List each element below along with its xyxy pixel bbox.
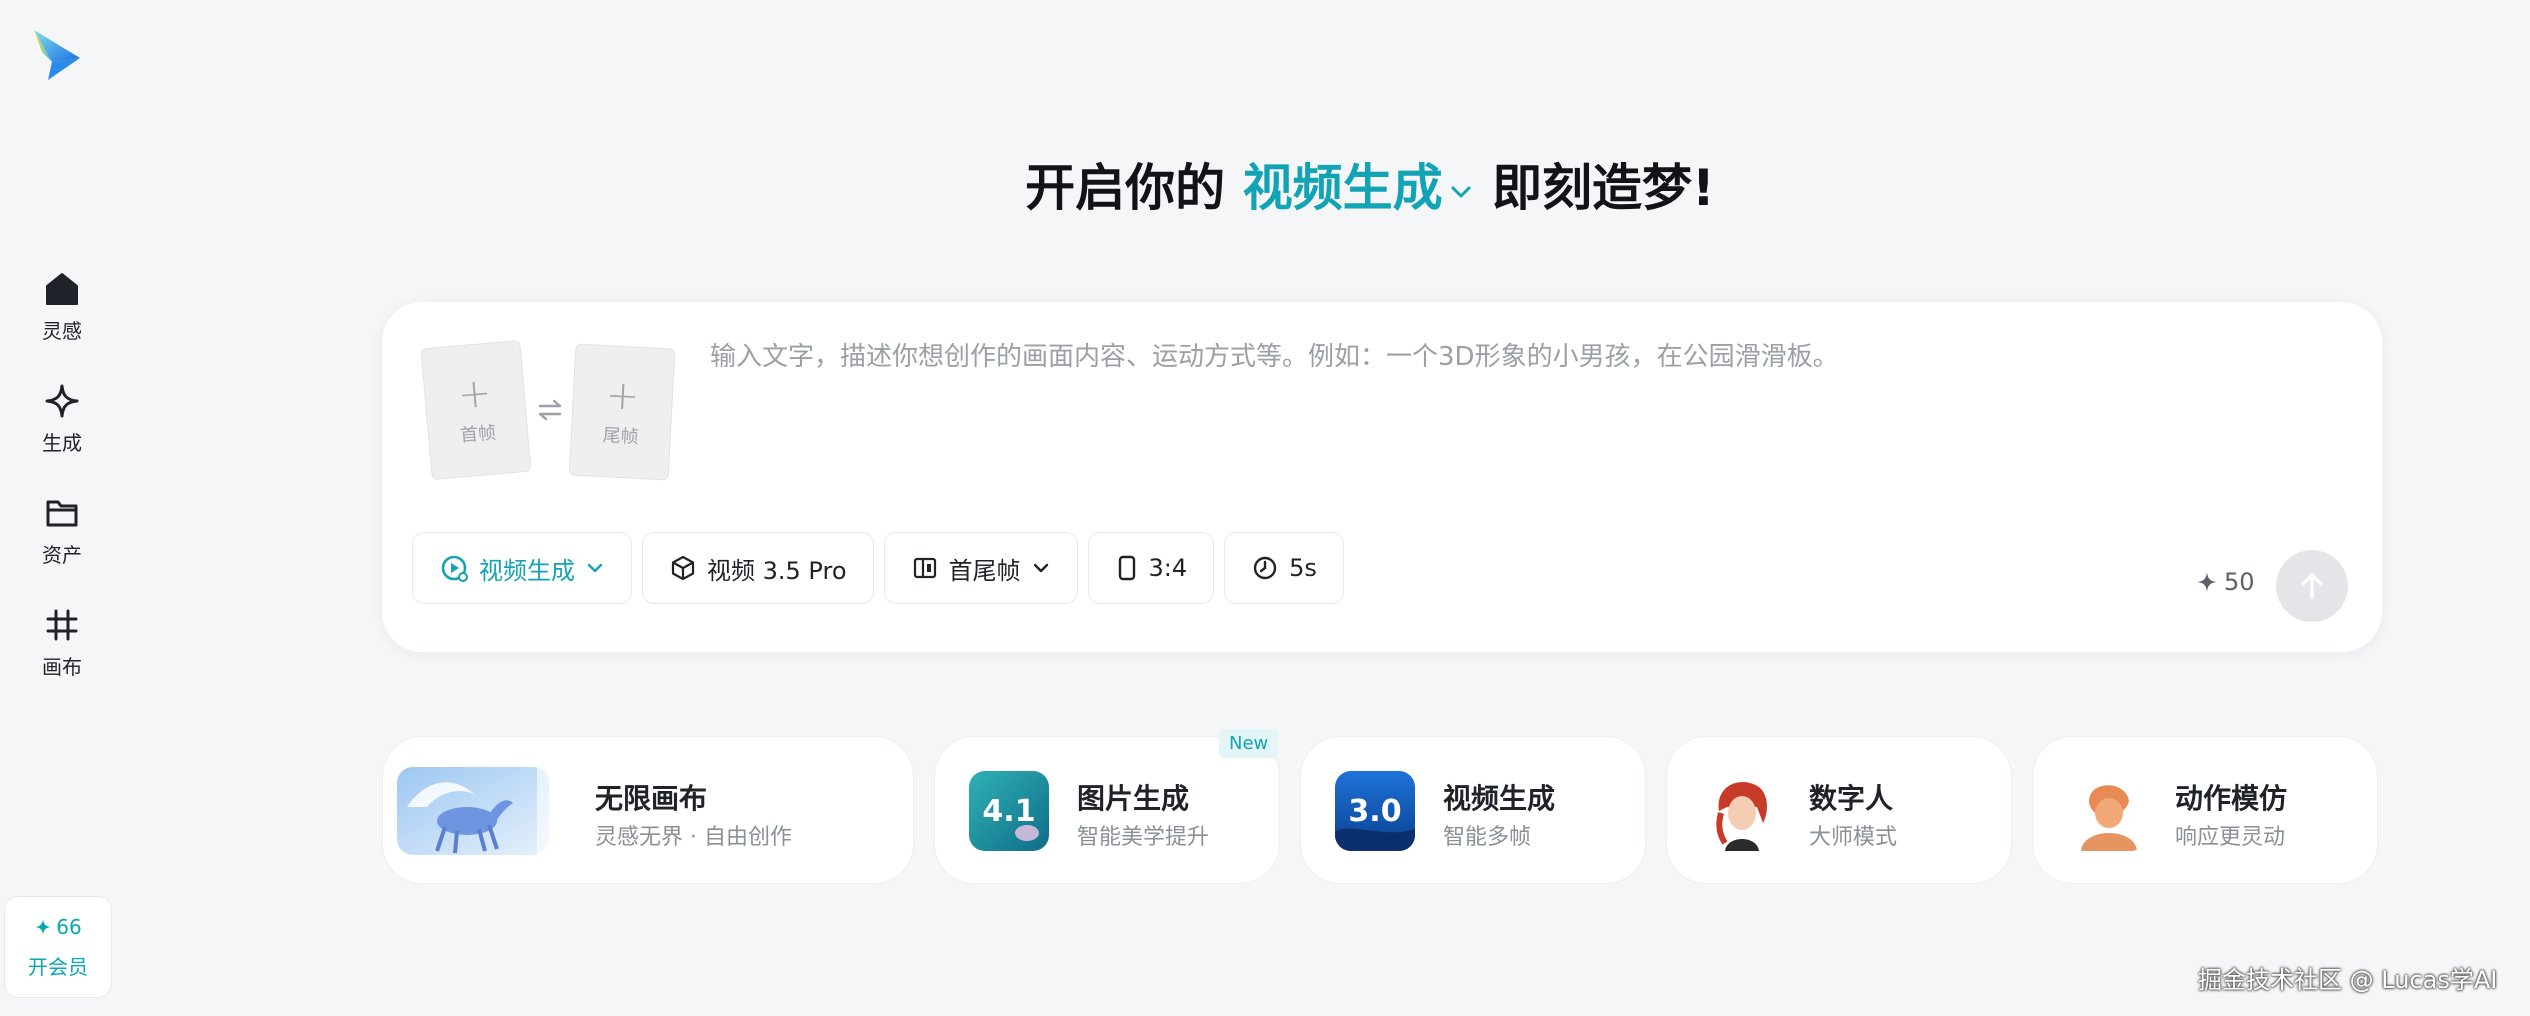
send-button[interactable]	[2276, 550, 2348, 622]
generation-toolbar: 视频生成 视频 3.5 Pro 首尾帧 3:4 5s	[412, 532, 1344, 604]
headline-mode-selector[interactable]: 视频生成	[1243, 159, 1475, 217]
motion-mimic-thumbnail	[2067, 771, 2147, 851]
sidebar-nav: 灵感 生成 资产 画布	[22, 250, 102, 698]
membership-button[interactable]: 66 开会员	[4, 896, 112, 998]
frames-label: 首尾帧	[948, 556, 1021, 585]
feature-card-video-generation[interactable]: 3.0 视频生成 智能多帧	[1300, 736, 1646, 884]
sidebar-item-label: 灵感	[42, 318, 82, 343]
portrait-ratio-icon	[1118, 555, 1135, 581]
feature-title: 图片生成	[1077, 782, 1190, 815]
sidebar-item-canvas[interactable]: 画布	[22, 586, 102, 698]
prompt-input[interactable]	[710, 336, 2350, 476]
mode-dropdown[interactable]: 视频生成	[412, 532, 632, 604]
arrow-up-icon	[2301, 573, 2323, 599]
mode-label: 视频生成	[479, 556, 575, 585]
thumbnail-version: 4.1	[982, 793, 1036, 829]
credit-cost: 50	[2196, 568, 2255, 596]
folder-icon	[42, 493, 82, 533]
feature-title: 视频生成	[1443, 782, 1556, 815]
feature-subtitle: 灵感无界 · 自由创作	[595, 825, 792, 850]
sparkle-icon	[35, 918, 52, 935]
sidebar-item-inspiration[interactable]: 灵感	[22, 250, 102, 362]
first-frame-upload[interactable]: + 首帧	[420, 339, 532, 481]
chevron-down-icon	[1451, 186, 1471, 197]
feature-title: 数字人	[1809, 782, 1894, 815]
last-frame-upload[interactable]: + 尾帧	[568, 343, 676, 481]
prompt-card: + 首帧 + 尾帧 视频生成 视频 3.5 Pro 首尾帧 3:4 5s	[382, 302, 2382, 652]
sidebar-item-label: 生成	[42, 430, 82, 455]
sparkle-icon	[2197, 572, 2217, 592]
chevron-down-icon	[1033, 563, 1048, 573]
chevron-down-icon	[587, 563, 603, 573]
feature-card-infinite-canvas[interactable]: 无限画布 灵感无界 · 自由创作	[382, 736, 914, 884]
duration-label: 5s	[1289, 554, 1317, 582]
video-gen-thumbnail: 3.0	[1335, 771, 1415, 851]
feature-subtitle: 大师模式	[1809, 825, 1898, 850]
member-points: 66	[34, 914, 82, 939]
feature-subtitle: 智能美学提升	[1077, 825, 1210, 850]
feature-title: 动作模仿	[2175, 782, 2288, 815]
clock-icon	[1253, 556, 1277, 580]
new-badge: New	[1219, 729, 1279, 758]
pegasus-thumbnail	[397, 767, 549, 855]
hash-icon	[42, 605, 82, 645]
member-label: 开会员	[28, 954, 88, 979]
credit-cost-value: 50	[2224, 568, 2255, 596]
feature-card-motion-mimic[interactable]: 动作模仿 响应更灵动	[2032, 736, 2378, 884]
member-points-value: 66	[56, 914, 82, 939]
ratio-selector[interactable]: 3:4	[1087, 532, 1215, 604]
model-selector[interactable]: 视频 3.5 Pro	[642, 532, 874, 604]
last-frame-label: 尾帧	[602, 425, 640, 448]
sparkle-icon	[42, 381, 82, 421]
feature-subtitle: 响应更灵动	[2175, 825, 2286, 850]
watermark: 掘金技术社区 @ Lucas学AI	[2198, 966, 2498, 994]
swap-icon[interactable]	[536, 396, 564, 424]
digital-human-thumbnail	[1701, 771, 1781, 851]
headline-prefix: 开启你的	[1025, 159, 1226, 217]
plus-icon: +	[455, 369, 494, 419]
cube-icon	[671, 555, 695, 581]
video-play-icon	[441, 555, 468, 582]
image-gen-thumbnail: 4.1	[969, 771, 1049, 851]
headline-suffix: 即刻造梦!	[1492, 159, 1715, 217]
duration-selector[interactable]: 5s	[1224, 532, 1344, 604]
sidebar-item-generate[interactable]: 生成	[22, 362, 102, 474]
feature-card-digital-human[interactable]: 数字人 大师模式	[1666, 736, 2012, 884]
thumbnail-version: 3.0	[1348, 793, 1402, 829]
frame-icon	[913, 557, 936, 579]
model-label: 视频 3.5 Pro	[707, 556, 847, 585]
feature-subtitle: 智能多帧	[1443, 825, 1532, 850]
app-logo[interactable]	[30, 28, 84, 82]
plus-icon: +	[604, 372, 641, 420]
sidebar-item-assets[interactable]: 资产	[22, 474, 102, 586]
feature-title: 无限画布	[595, 782, 708, 815]
sidebar-item-label: 资产	[42, 542, 82, 567]
ratio-label: 3:4	[1148, 554, 1188, 582]
headline-mode-label: 视频生成	[1242, 159, 1443, 217]
sidebar-item-label: 画布	[42, 654, 82, 679]
feature-card-image-generation[interactable]: New 4.1 图片生成 智能美学提升	[934, 729, 1280, 884]
home-icon	[42, 269, 82, 309]
frames-dropdown[interactable]: 首尾帧	[883, 532, 1078, 604]
page-title: 开启你的 视频生成 即刻造梦!	[0, 148, 2530, 220]
first-frame-label: 首帧	[459, 422, 497, 447]
